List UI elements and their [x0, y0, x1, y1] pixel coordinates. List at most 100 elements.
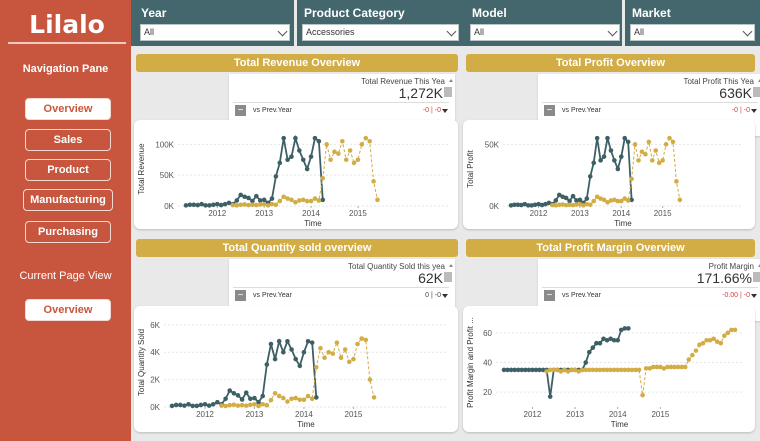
current-series-point[interactable] [293, 356, 298, 362]
previous-series-point[interactable] [242, 202, 247, 207]
current-series-point[interactable] [272, 356, 278, 362]
scroll-up-icon[interactable] [449, 79, 453, 82]
previous-series-point[interactable] [336, 151, 341, 156]
previous-series-point[interactable] [285, 399, 290, 404]
current-series-point[interactable] [177, 402, 183, 408]
previous-series-point[interactable] [254, 202, 259, 208]
previous-series-point[interactable] [300, 197, 306, 203]
current-series-point[interactable] [198, 402, 204, 408]
previous-series-point[interactable] [257, 202, 263, 207]
current-series-point[interactable] [210, 401, 216, 407]
previous-series-point[interactable] [256, 403, 261, 409]
previous-series-point[interactable] [653, 148, 659, 153]
current-series-point[interactable] [226, 200, 232, 206]
previous-series-point[interactable] [375, 197, 380, 203]
current-series-point[interactable] [269, 196, 275, 201]
previous-series-point[interactable] [281, 395, 286, 401]
previous-series-point[interactable] [334, 340, 340, 345]
current-series-point[interactable] [547, 394, 553, 399]
current-series-point[interactable] [242, 194, 247, 200]
nav-overview-button[interactable]: Overview [25, 98, 111, 120]
current-series-point[interactable] [261, 197, 267, 203]
current-series-point[interactable] [169, 403, 175, 409]
minus-icon[interactable]: − [544, 290, 555, 301]
current-series-point[interactable] [598, 158, 603, 163]
current-series-point[interactable] [615, 337, 621, 343]
previous-series-point[interactable] [272, 391, 278, 396]
previous-series-point[interactable] [230, 202, 236, 208]
previous-series-point[interactable] [248, 402, 253, 408]
previous-series-point[interactable] [371, 395, 377, 400]
previous-series-point[interactable] [351, 356, 356, 362]
previous-series-point[interactable] [264, 402, 270, 408]
current-series-point[interactable] [281, 135, 286, 141]
previous-series-point[interactable] [273, 202, 279, 208]
previous-series-point[interactable] [663, 142, 669, 147]
previous-series-point[interactable] [297, 397, 303, 403]
current-series-point[interactable] [254, 193, 259, 199]
previous-series-point[interactable] [625, 198, 631, 203]
current-series-point[interactable] [618, 154, 624, 159]
current-series-point[interactable] [577, 197, 583, 203]
current-series-point[interactable] [207, 203, 212, 208]
current-series-point[interactable] [563, 195, 569, 201]
previous-series-point[interactable] [268, 397, 274, 403]
minus-icon[interactable]: − [235, 105, 246, 116]
nav-manufacturing-button[interactable]: Manufacturing [23, 189, 113, 211]
previous-series-point[interactable] [285, 196, 290, 201]
current-series-point[interactable] [222, 201, 228, 207]
current-series-point[interactable] [312, 135, 318, 141]
scroll-down-icon[interactable] [751, 294, 757, 298]
previous-series-point[interactable] [265, 203, 271, 208]
minus-icon[interactable]: − [235, 290, 246, 301]
previous-series-point[interactable] [682, 364, 688, 370]
current-series-point[interactable] [297, 363, 303, 369]
previous-series-point[interactable] [591, 198, 597, 204]
previous-series-point[interactable] [223, 403, 228, 409]
current-series-point[interactable] [608, 148, 614, 153]
current-series-point[interactable] [300, 157, 306, 163]
year-dropdown[interactable]: All [140, 24, 290, 41]
previous-series-point[interactable] [330, 351, 336, 356]
current-series-point[interactable] [246, 195, 251, 201]
previous-series-point[interactable] [693, 348, 699, 353]
nav-purchasing-button[interactable]: Purchasing [25, 221, 111, 243]
previous-series-point[interactable] [346, 359, 352, 365]
current-series-point[interactable] [625, 139, 631, 145]
current-series-point[interactable] [553, 198, 559, 203]
previous-series-point[interactable] [246, 202, 251, 208]
previous-series-point[interactable] [371, 179, 376, 184]
previous-series-point[interactable] [326, 349, 331, 355]
previous-series-point[interactable] [587, 202, 593, 208]
previous-series-point[interactable] [261, 201, 267, 207]
current-series-point[interactable] [622, 135, 628, 141]
current-series-point[interactable] [218, 202, 224, 208]
previous-series-point[interactable] [359, 142, 365, 147]
previous-series-point[interactable] [314, 364, 319, 370]
current-series-point[interactable] [252, 395, 257, 401]
previous-series-point[interactable] [238, 202, 244, 208]
current-series-point[interactable] [248, 396, 253, 402]
previous-series-point[interactable] [367, 377, 373, 382]
scroll-down-icon[interactable] [442, 109, 448, 113]
current-series-point[interactable] [268, 341, 274, 347]
previous-series-point[interactable] [355, 157, 361, 163]
current-series-point[interactable] [320, 197, 326, 203]
market-dropdown[interactable]: All [630, 24, 755, 41]
previous-series-point[interactable] [308, 198, 314, 204]
current-series-point[interactable] [206, 403, 212, 408]
current-series-point[interactable] [594, 135, 600, 141]
previous-series-point[interactable] [243, 403, 249, 408]
previous-series-point[interactable] [328, 157, 333, 163]
current-series-point[interactable] [199, 201, 204, 207]
previous-series-point[interactable] [343, 157, 349, 163]
previous-series-point[interactable] [359, 336, 364, 341]
previous-series-point[interactable] [252, 401, 257, 407]
current-series-point[interactable] [183, 203, 189, 208]
previous-series-point[interactable] [297, 198, 302, 203]
current-series-point[interactable] [305, 338, 311, 344]
previous-series-point[interactable] [309, 396, 315, 402]
current-series-point[interactable] [215, 399, 220, 405]
previous-series-point[interactable] [646, 139, 652, 145]
current-series-point[interactable] [285, 157, 290, 163]
